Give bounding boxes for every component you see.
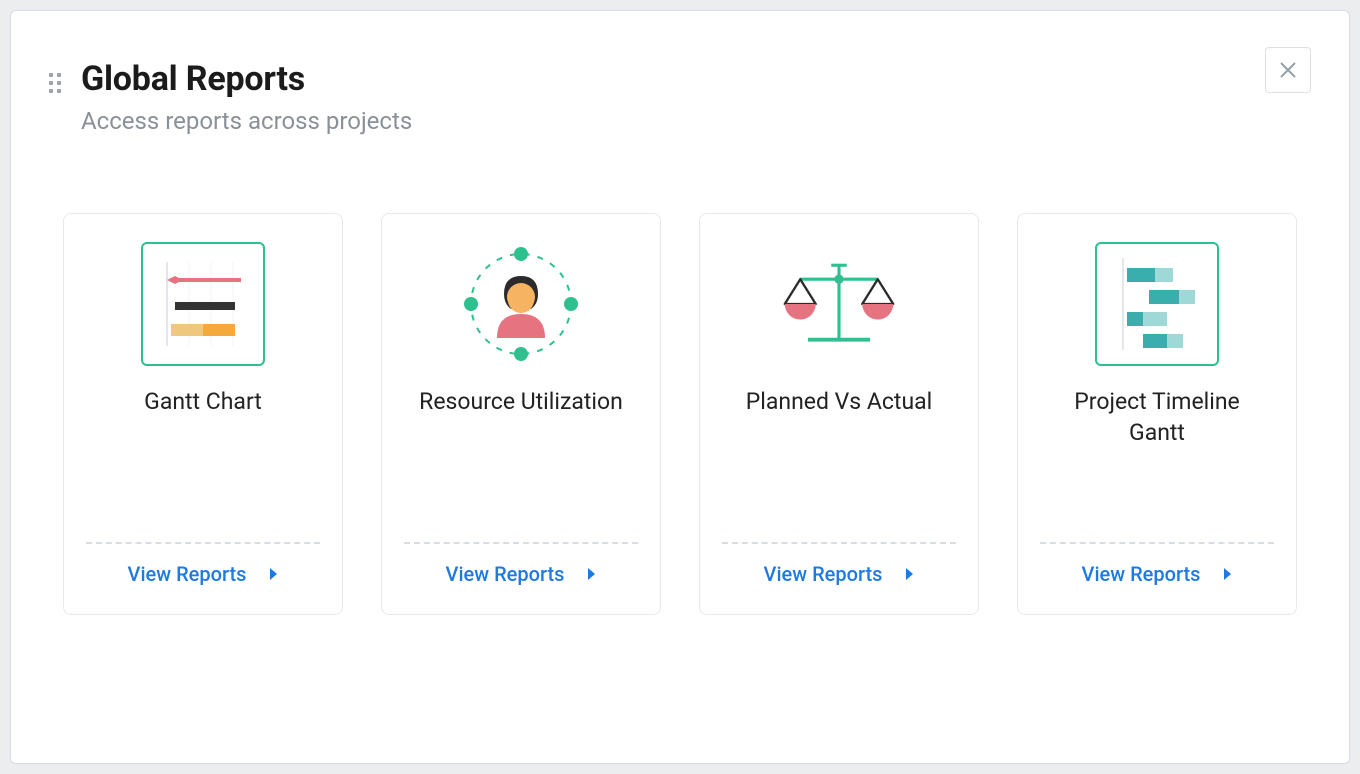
report-card-label: Gantt Chart [138,386,268,448]
global-reports-panel: Global Reports Access reports across pro… [10,10,1350,764]
close-button[interactable] [1265,47,1311,93]
timeline-gantt-icon [1095,242,1219,366]
panel-subtitle: Access reports across projects [81,107,1297,135]
panel-header: Global Reports Access reports across pro… [81,59,1297,135]
gantt-chart-icon [141,242,265,366]
view-reports-link[interactable]: View Reports [764,562,915,614]
view-reports-label: View Reports [128,562,247,586]
view-reports-label: View Reports [764,562,883,586]
balance-scale-icon [777,242,901,366]
chevron-right-icon [904,567,914,581]
card-divider [722,542,956,544]
view-reports-link[interactable]: View Reports [128,562,279,614]
chevron-right-icon [268,567,278,581]
panel-title: Global Reports [81,59,1297,99]
resource-utilization-icon [459,242,583,366]
view-reports-label: View Reports [1082,562,1201,586]
report-card-timeline: Project Timeline Gantt View Reports [1017,213,1297,615]
report-card-label: Project Timeline Gantt [1040,386,1274,448]
report-card-gantt: Gantt Chart View Reports [63,213,343,615]
drag-handle-icon[interactable] [49,73,63,95]
report-card-resource: Resource Utilization View Reports [381,213,661,615]
report-card-label: Planned Vs Actual [740,386,938,448]
view-reports-label: View Reports [446,562,565,586]
card-divider [404,542,638,544]
card-divider [86,542,320,544]
view-reports-link[interactable]: View Reports [446,562,597,614]
report-cards-row: Gantt Chart View Reports [63,213,1297,615]
card-divider [1040,542,1274,544]
chevron-right-icon [586,567,596,581]
close-icon [1278,60,1298,80]
chevron-right-icon [1222,567,1232,581]
report-card-planned-actual: Planned Vs Actual View Reports [699,213,979,615]
view-reports-link[interactable]: View Reports [1082,562,1233,614]
report-card-label: Resource Utilization [413,386,629,448]
